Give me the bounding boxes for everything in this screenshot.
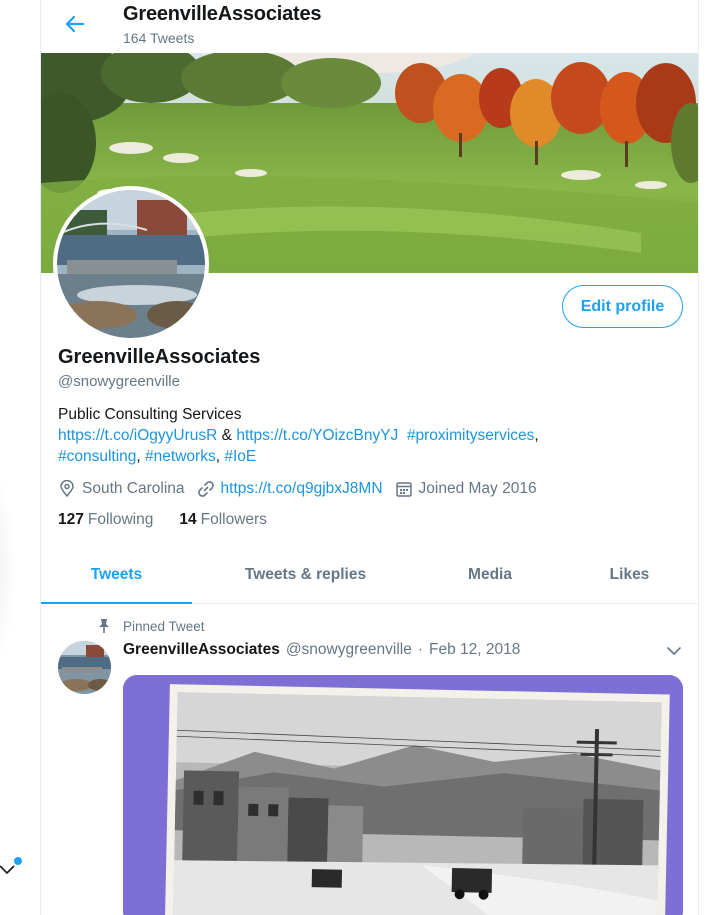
following-count: 127 [58,511,84,528]
left-gutter [0,0,40,915]
profile-header-bar: GreenvilleAssociates 164 Tweets [41,0,698,53]
bio-hashtags-line: #consulting, #networks, #IoE [58,446,678,467]
bio-hashtag[interactable]: #IoE [224,448,256,465]
pinned-label: Pinned Tweet [123,618,205,634]
tab-tweets[interactable]: Tweets [41,547,192,604]
calendar-icon [395,482,412,497]
bio-link[interactable]: https://t.co/iOgyyUrusR [58,427,217,444]
bio-comma: , [534,427,539,444]
bio-hashtag[interactable]: #proximityservices [407,427,534,444]
followers-link[interactable]: 14 Followers [179,511,267,529]
profile-avatar[interactable] [53,186,209,342]
profile-meta: South Carolina https://t.co/q9gjbxJ8MN J… [58,478,549,500]
tweet-count: 164 Tweets [123,30,195,46]
follow-stats: 127 Following 14 Followers [58,511,293,529]
bio-ampersand: & [221,427,233,444]
tweet-author-handle[interactable]: @snowygreenville [286,641,412,659]
link-icon [197,481,214,497]
followers-count: 14 [179,511,197,528]
profile-location: South Carolina [58,480,185,498]
followers-label: Followers [200,511,267,528]
back-button[interactable] [61,10,89,38]
profile-joined: Joined May 2016 [395,480,537,498]
profile-display-name: GreenvilleAssociates [58,346,261,368]
bio-comma: , [215,448,221,465]
joined-text: Joined May 2016 [418,480,537,497]
bio-links-line: https://t.co/iOgyyUrusR & https://t.co/Y… [58,425,678,446]
bio-hashtag[interactable]: #networks [145,448,216,465]
tweet-date[interactable]: Feb 12, 2018 [429,641,520,659]
tweet-author-avatar[interactable] [58,641,111,694]
profile-tabs: Tweets Tweets & replies Media Likes [41,547,698,604]
bio-link[interactable]: https://t.co/YOizcBnyYJ [236,427,398,444]
website-link[interactable]: https://t.co/q9gjbxJ8MN [221,480,383,498]
tweet-separator: · [417,641,423,658]
following-label: Following [87,511,154,528]
profile-website: https://t.co/q9gjbxJ8MN [197,480,383,498]
location-pin-icon [60,480,74,498]
tweet-avatar-image [58,641,111,694]
bio-comma: , [136,448,141,465]
pinned-indicator: Pinned Tweet [97,618,205,634]
tweet-media-image [123,675,683,915]
profile-bio: Public Consulting Services https://t.co/… [58,404,678,467]
chevron-down-icon[interactable] [665,642,683,660]
following-link[interactable]: 127 Following [58,511,153,529]
arrow-left-icon [65,15,85,33]
profile-handle: @snowygreenville [58,373,180,390]
edit-profile-button[interactable]: Edit profile [562,285,683,328]
bio-hashtag[interactable]: #consulting [58,448,136,465]
page-title: GreenvilleAssociates [123,3,322,25]
left-gutter-shadow [0,470,16,670]
tab-media[interactable]: Media [419,547,561,603]
tweet-author-name[interactable]: GreenvilleAssociates [123,641,280,659]
tab-tweets-replies[interactable]: Tweets & replies [192,547,419,603]
profile-column: GreenvilleAssociates 164 Tweets Edit pro… [40,0,699,915]
bio-text: Public Consulting Services [58,406,242,423]
pin-icon [99,619,109,633]
chevron-down-icon[interactable] [0,862,18,876]
avatar-image [57,190,205,338]
tweet-header: GreenvilleAssociates @snowygreenville · … [123,641,520,659]
location-text: South Carolina [82,480,185,497]
tweet-media[interactable] [123,675,683,915]
tab-likes[interactable]: Likes [561,547,698,603]
